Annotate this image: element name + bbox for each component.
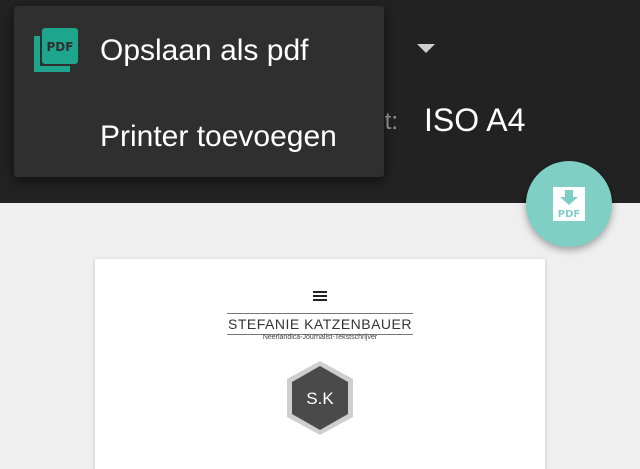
menu-item-save-as-pdf[interactable]: PDF Opslaan als pdf bbox=[14, 6, 384, 92]
pdf-icon: PDF bbox=[34, 28, 78, 72]
printer-dropdown-arrow[interactable] bbox=[417, 44, 435, 53]
svg-text:PDF: PDF bbox=[558, 209, 580, 220]
hamburger-menu-icon bbox=[313, 291, 327, 303]
logo-hexagon: S.K bbox=[287, 361, 353, 435]
menu-item-label: Printer toevoegen bbox=[100, 120, 337, 153]
svg-text:PDF: PDF bbox=[47, 40, 74, 54]
site-name: STEFANIE KATZENBAUER bbox=[95, 313, 545, 335]
menu-item-label: Opslaan als pdf bbox=[100, 34, 309, 67]
print-preview-page[interactable]: STEFANIE KATZENBAUER Neerlandica-Journal… bbox=[95, 259, 545, 469]
site-name-text: STEFANIE KATZENBAUER bbox=[227, 313, 413, 335]
download-pdf-button[interactable]: PDF bbox=[526, 161, 612, 247]
site-tagline: Neerlandica-Journalist-Tekstschrijver bbox=[262, 334, 378, 341]
download-pdf-icon: PDF bbox=[553, 187, 585, 221]
printer-menu: PDF Opslaan als pdf Printer toevoegen bbox=[14, 6, 384, 177]
paper-size-value[interactable]: ISO A4 bbox=[424, 100, 525, 140]
logo-initials: S.K bbox=[306, 389, 334, 408]
menu-item-add-printer[interactable]: Printer toevoegen bbox=[14, 92, 384, 178]
